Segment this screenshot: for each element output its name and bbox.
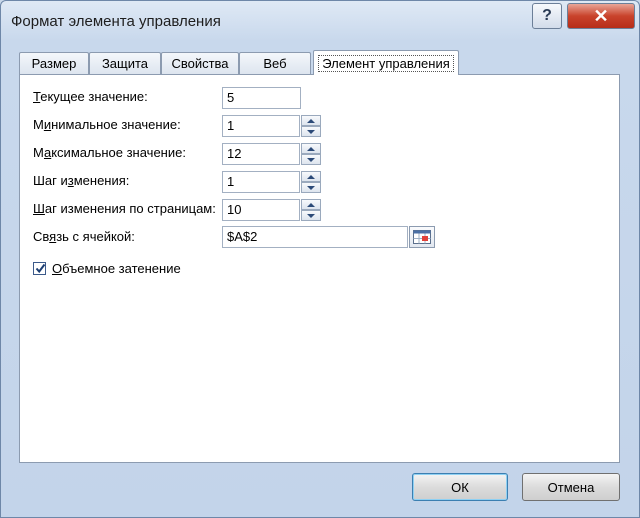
max-value-field[interactable]: 12 — [222, 143, 300, 165]
help-icon: ? — [542, 7, 552, 24]
tab-protection-label: Защита — [101, 56, 149, 71]
help-button[interactable]: ? — [532, 3, 562, 29]
tab-control-label: Элемент управления — [318, 54, 454, 72]
tab-control[interactable]: Элемент управления — [313, 50, 459, 75]
arrow-up-icon — [307, 118, 315, 123]
page-step-spinner — [301, 199, 321, 221]
min-value-field[interactable]: 1 — [222, 115, 300, 137]
tab-size-label: Размер — [31, 56, 77, 71]
min-value-down-button[interactable] — [301, 126, 321, 137]
arrow-up-icon — [307, 202, 315, 207]
current-value-field[interactable]: 5 — [222, 87, 301, 109]
tab-content-panel: Текущее значение: 5 Минимальное значение… — [19, 74, 620, 463]
close-icon: ✕ — [593, 5, 609, 26]
arrow-down-icon — [307, 157, 315, 162]
page-step-field[interactable]: 10 — [222, 199, 300, 221]
cell-link-label: Связь с ячейкой: — [33, 229, 135, 244]
min-value-spinner — [301, 115, 321, 137]
arrow-up-icon — [307, 174, 315, 179]
cancel-button[interactable]: Отмена — [522, 473, 620, 501]
arrow-down-icon — [307, 129, 315, 134]
max-value-down-button[interactable] — [301, 154, 321, 165]
min-value-up-button[interactable] — [301, 115, 321, 126]
arrow-down-icon — [307, 185, 315, 190]
shading-label: Объемное затенение — [52, 261, 181, 276]
page-step-label: Шаг изменения по страницам: — [33, 201, 216, 216]
shading-option[interactable]: Объемное затенение — [33, 261, 181, 276]
page-step-up-button[interactable] — [301, 199, 321, 210]
step-up-button[interactable] — [301, 171, 321, 182]
ok-button[interactable]: ОК — [412, 473, 508, 501]
close-button[interactable]: ✕ — [567, 3, 635, 29]
tab-web-label: Веб — [263, 56, 287, 71]
max-value-up-button[interactable] — [301, 143, 321, 154]
tab-properties-label: Свойства — [171, 56, 229, 71]
max-value-spinner — [301, 143, 321, 165]
step-label: Шаг изменения: — [33, 173, 130, 188]
step-field[interactable]: 1 — [222, 171, 300, 193]
window-title: Формат элемента управления — [11, 13, 221, 30]
tab-web[interactable]: Веб — [239, 52, 311, 74]
arrow-down-icon — [307, 213, 315, 218]
range-select-button[interactable] — [409, 226, 435, 248]
current-value-label: Текущее значение: — [33, 89, 148, 104]
max-value-label: Максимальное значение: — [33, 145, 186, 160]
step-spinner — [301, 171, 321, 193]
arrow-up-icon — [307, 146, 315, 151]
cell-link-field[interactable]: $A$2 — [222, 226, 408, 248]
title-bar: Формат элемента управления ? ✕ — [1, 1, 639, 41]
checkmark-icon — [35, 263, 46, 274]
min-value-label: Минимальное значение: — [33, 117, 181, 132]
tab-size[interactable]: Размер — [19, 52, 89, 74]
tab-properties[interactable]: Свойства — [161, 52, 239, 74]
page-step-down-button[interactable] — [301, 210, 321, 221]
tab-protection[interactable]: Защита — [89, 52, 161, 74]
range-select-icon — [413, 230, 431, 244]
dialog-window: Формат элемента управления ? ✕ Размер За… — [0, 0, 640, 518]
shading-checkbox[interactable] — [33, 262, 46, 275]
step-down-button[interactable] — [301, 182, 321, 193]
